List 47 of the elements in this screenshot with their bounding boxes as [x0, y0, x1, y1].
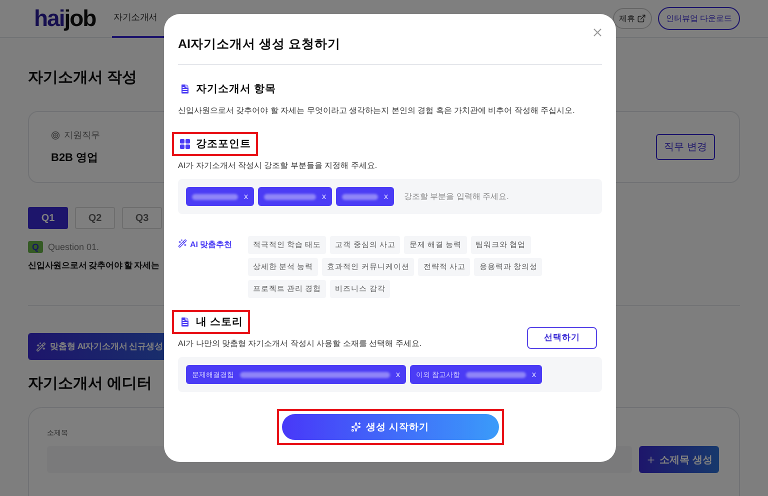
question-tab[interactable]: Q3 [122, 207, 162, 229]
close-icon [591, 26, 604, 39]
plus-icon [646, 454, 656, 464]
change-job-button[interactable]: 직무 변경 [656, 134, 715, 160]
tag-chip[interactable]: x [336, 187, 394, 206]
logo[interactable]: haijob [34, 5, 96, 32]
magic-wand-icon [178, 239, 187, 248]
recommend-label: AI 맞춤추천 [190, 239, 232, 250]
grid-icon [179, 138, 191, 150]
remove-mark[interactable]: x [396, 370, 400, 379]
remove-mark[interactable]: x [244, 192, 248, 201]
redacted-text [466, 372, 526, 378]
start-generation-button[interactable]: 생성 시작하기 [282, 414, 498, 440]
question-number: Question 01. [48, 242, 100, 252]
modal-title: AI자기소개서 생성 요청하기 [178, 36, 602, 65]
remove-mark[interactable]: x [322, 192, 326, 201]
editor-title: 자기소개서 에디터 [28, 374, 152, 393]
close-button[interactable] [591, 26, 604, 39]
redacted-text [342, 194, 378, 200]
tag-input-field[interactable]: 강조할 부분을 입력해 주세요. [402, 191, 594, 202]
target-icon [51, 131, 60, 140]
section-title: 내 스토리 [196, 315, 243, 329]
redacted-text [192, 194, 238, 200]
job-label: 지원직무 [64, 129, 100, 142]
remove-mark[interactable]: x [384, 192, 388, 201]
section-title: 강조포인트 [196, 137, 251, 151]
external-link-icon [636, 14, 646, 23]
tag-chip[interactable]: x [186, 187, 254, 206]
job-value: B2B 영업 [51, 151, 100, 165]
remove-mark[interactable]: x [532, 370, 536, 379]
redacted-text [264, 194, 316, 200]
add-subtitle-button[interactable]: 소제목 생성 [639, 446, 719, 473]
select-button[interactable]: 선택하기 [527, 327, 597, 349]
question-tab[interactable]: Q1 [28, 207, 68, 229]
page-title: 자기소개서 작성 [28, 68, 138, 87]
section-title: 자기소개서 항목 [196, 82, 276, 96]
magic-wand-icon [36, 342, 46, 352]
sparkle-icon [351, 422, 362, 432]
document-icon [179, 83, 191, 95]
question-text: 신입사원으로서 갖추어야 할 자세는 [28, 260, 160, 272]
download-button[interactable]: 인터뷰업 다운로드 [658, 7, 740, 30]
question-badge: Q [28, 241, 44, 253]
section-description: 신입사원으로서 갖추어야 할 자세는 무엇이라고 생각하는지 본인의 경험 혹은 가치관에 비추어 작성해 주십시오. [178, 105, 576, 116]
section-description: AI가 자기소개서 작성시 강조할 부분들을 지정해 주세요. [178, 160, 378, 171]
question-tab[interactable]: Q2 [75, 207, 115, 229]
tag-chip[interactable]: x [258, 187, 332, 206]
document-icon [179, 316, 191, 328]
